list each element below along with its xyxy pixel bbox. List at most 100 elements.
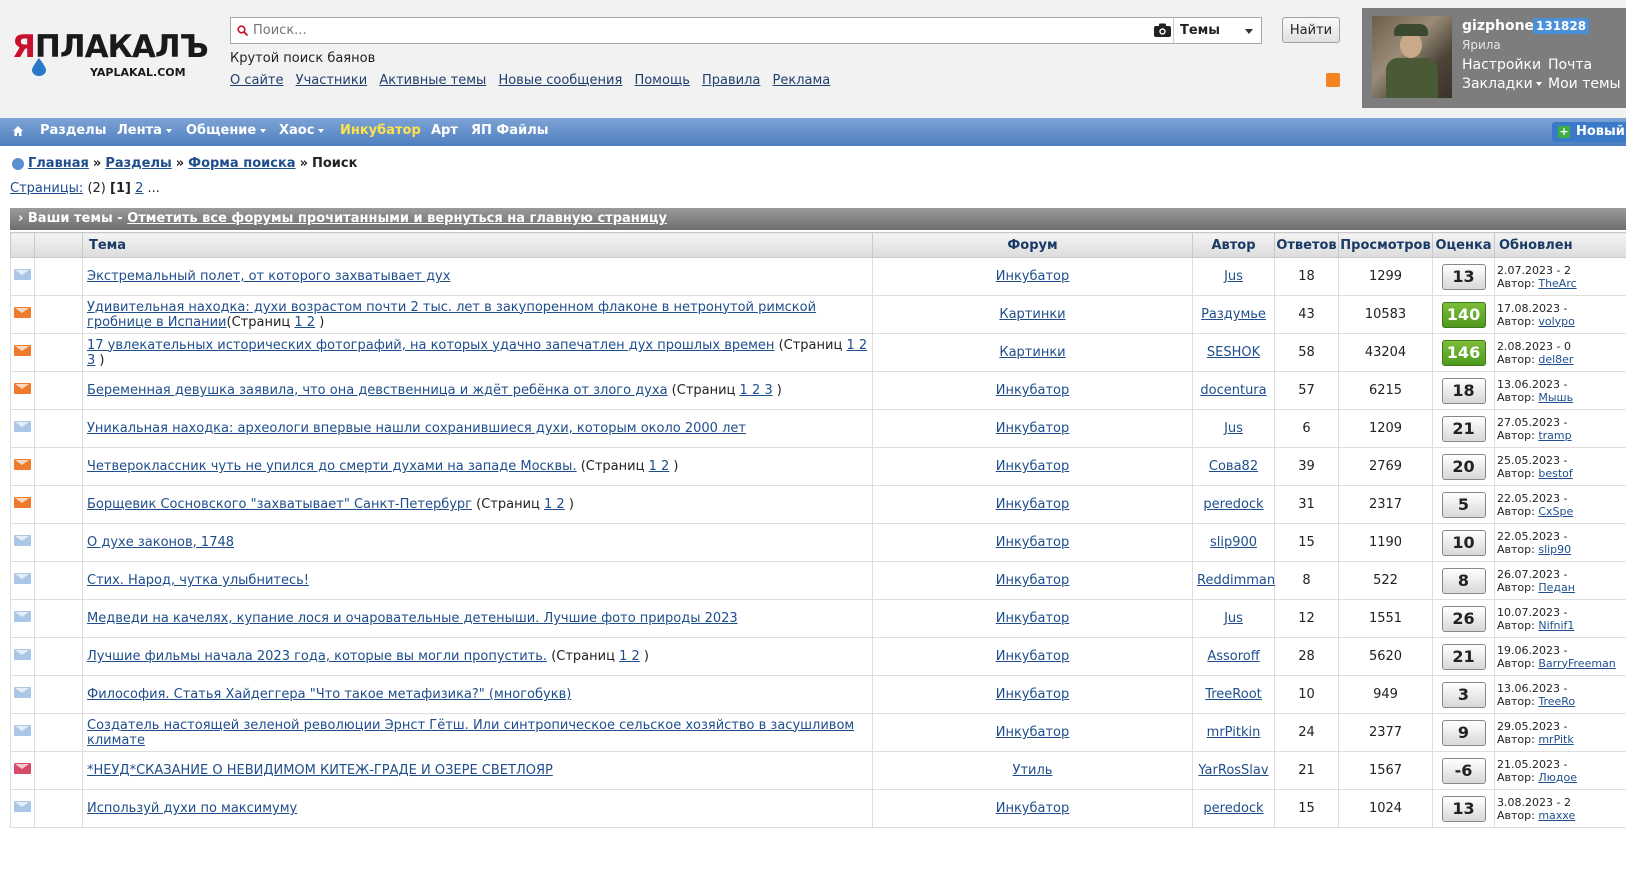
- settings-link[interactable]: Настройки: [1462, 57, 1541, 73]
- username[interactable]: gizphone: [1462, 18, 1534, 34]
- rating-badge[interactable]: 21: [1441, 415, 1486, 442]
- rating-badge[interactable]: 26: [1441, 605, 1486, 632]
- update-author-link[interactable]: TreeRo: [1538, 695, 1575, 708]
- author-link[interactable]: SESHOK: [1207, 345, 1260, 360]
- topic-link[interactable]: Философия. Статья Хайдеггера "Что такое …: [87, 687, 571, 702]
- topic-link[interactable]: Беременная девушка заявила, что она девс…: [87, 383, 668, 398]
- nav-incubator[interactable]: Инкубатор: [340, 123, 421, 138]
- author-link[interactable]: Раздумье: [1201, 307, 1266, 322]
- rss-icon[interactable]: [1326, 73, 1340, 87]
- topic-link[interactable]: Уникальная находка: археологи впервые на…: [87, 421, 746, 436]
- nav-sections[interactable]: Разделы: [40, 123, 106, 138]
- author-link[interactable]: Jus: [1224, 611, 1243, 626]
- author-link[interactable]: Jus: [1224, 269, 1243, 284]
- update-author-link[interactable]: bestof: [1538, 467, 1572, 480]
- update-author-link[interactable]: CxSpe: [1538, 505, 1573, 518]
- forum-link[interactable]: Инкубатор: [996, 269, 1070, 284]
- update-author-link[interactable]: BarryFreeman: [1538, 657, 1615, 670]
- col-replies[interactable]: Ответов: [1274, 232, 1339, 258]
- forum-link[interactable]: Инкубатор: [996, 383, 1070, 398]
- topic-pages-links[interactable]: 1 2: [649, 459, 670, 474]
- bookmarks-menu[interactable]: Закладки: [1462, 76, 1542, 92]
- author-link[interactable]: docentura: [1200, 383, 1266, 398]
- col-author[interactable]: Автор: [1192, 232, 1275, 258]
- update-author-link[interactable]: slip90: [1538, 543, 1571, 556]
- link-about[interactable]: О сайте: [230, 73, 284, 88]
- topic-link[interactable]: Медведи на качелях, купание лося и очаро…: [87, 611, 738, 626]
- forum-link[interactable]: Инкубатор: [996, 725, 1070, 740]
- rating-badge[interactable]: 10: [1441, 529, 1486, 556]
- rating-badge[interactable]: 21: [1441, 643, 1486, 670]
- col-topic[interactable]: Тема: [82, 232, 873, 258]
- forum-link[interactable]: Инкубатор: [996, 497, 1070, 512]
- topic-link[interactable]: Удивительная находка: духи возрастом поч…: [87, 300, 816, 330]
- link-ads[interactable]: Реклама: [773, 73, 831, 88]
- topic-link[interactable]: Борщевик Сосновского "захватывает" Санкт…: [87, 497, 472, 512]
- forum-link[interactable]: Инкубатор: [996, 573, 1070, 588]
- update-author-link[interactable]: Nifnif1: [1538, 619, 1574, 632]
- rating-badge[interactable]: 3: [1441, 681, 1486, 708]
- update-author-link[interactable]: tramp: [1538, 429, 1571, 442]
- breadcrumb-search-form[interactable]: Форма поиска: [188, 156, 295, 171]
- search-button[interactable]: Найти: [1282, 17, 1340, 43]
- search-input[interactable]: [253, 21, 1133, 40]
- author-link[interactable]: mrPitkin: [1207, 725, 1261, 740]
- topic-link[interactable]: Используй духи по максимуму: [87, 801, 297, 816]
- topic-link[interactable]: 17 увлекательных исторических фотографий…: [87, 338, 774, 353]
- pages-label[interactable]: Страницы:: [10, 181, 83, 196]
- author-link[interactable]: Reddimman: [1197, 573, 1275, 588]
- forum-link[interactable]: Инкубатор: [996, 687, 1070, 702]
- rating-badge[interactable]: 13: [1441, 795, 1486, 822]
- home-icon[interactable]: [12, 125, 24, 137]
- forum-link[interactable]: Инкубатор: [996, 535, 1070, 550]
- rating-badge[interactable]: 20: [1441, 453, 1486, 480]
- topic-link[interactable]: Четвероклассник чуть не упился до смерти…: [87, 459, 577, 474]
- rating-badge[interactable]: 140: [1441, 301, 1486, 328]
- mail-link[interactable]: Почта: [1548, 57, 1592, 73]
- rating-badge[interactable]: 8: [1441, 567, 1486, 594]
- nav-feed[interactable]: Лента: [117, 123, 172, 138]
- site-logo[interactable]: ЯПЛАКАЛЪ YAPLAKAL.COM: [10, 30, 210, 80]
- forum-link[interactable]: Инкубатор: [996, 421, 1070, 436]
- author-link[interactable]: TreeRoot: [1205, 687, 1262, 702]
- link-rules[interactable]: Правила: [702, 73, 760, 88]
- topic-link[interactable]: Экстремальный полет, от которого захваты…: [87, 269, 450, 284]
- forum-link[interactable]: Картинки: [999, 345, 1065, 360]
- rating-badge[interactable]: 5: [1441, 491, 1486, 518]
- link-members[interactable]: Участники: [296, 73, 368, 88]
- nav-chaos[interactable]: Хаос: [279, 123, 325, 138]
- author-link[interactable]: Сова82: [1209, 459, 1258, 474]
- my-topics-link[interactable]: Мои темы: [1548, 76, 1621, 92]
- update-author-link[interactable]: TheArc: [1538, 277, 1576, 290]
- forum-link[interactable]: Инкубатор: [996, 459, 1070, 474]
- update-author-link[interactable]: del8er: [1538, 353, 1573, 366]
- link-new-posts[interactable]: Новые сообщения: [498, 73, 622, 88]
- topic-link[interactable]: Лучшие фильмы начала 2023 года, которые …: [87, 649, 547, 664]
- update-author-link[interactable]: maxxe: [1538, 809, 1575, 822]
- update-author-link[interactable]: volypo: [1538, 315, 1575, 328]
- forum-link[interactable]: Инкубатор: [996, 611, 1070, 626]
- rating-badge[interactable]: 146: [1441, 339, 1486, 366]
- avatar[interactable]: [1372, 16, 1452, 98]
- update-author-link[interactable]: mrPitk: [1538, 733, 1573, 746]
- rating-badge[interactable]: -6: [1441, 757, 1486, 784]
- forum-link[interactable]: Картинки: [999, 307, 1065, 322]
- link-help[interactable]: Помощь: [634, 73, 689, 88]
- search-scope-select[interactable]: Темы: [1173, 18, 1261, 43]
- update-author-link[interactable]: Людое: [1538, 771, 1577, 784]
- author-link[interactable]: YarRosSlav: [1198, 763, 1268, 778]
- author-link[interactable]: peredock: [1203, 497, 1263, 512]
- topic-pages-links[interactable]: 1 2 3: [740, 383, 773, 398]
- topic-link[interactable]: Создатель настоящей зеленой революции Эр…: [87, 718, 854, 748]
- col-updated[interactable]: Обновлен: [1494, 232, 1626, 258]
- update-author-link[interactable]: Педан: [1538, 581, 1575, 594]
- nav-files[interactable]: ЯП Файлы: [471, 123, 548, 138]
- author-link[interactable]: peredock: [1203, 801, 1263, 816]
- forum-link[interactable]: Инкубатор: [996, 801, 1070, 816]
- camera-icon[interactable]: [1154, 23, 1171, 37]
- link-active-topics[interactable]: Активные темы: [379, 73, 486, 88]
- col-rating[interactable]: Оценка: [1432, 232, 1495, 258]
- topic-pages-links[interactable]: 1 2: [544, 497, 565, 512]
- col-forum[interactable]: Форум: [872, 232, 1193, 258]
- rating-badge[interactable]: 18: [1441, 377, 1486, 404]
